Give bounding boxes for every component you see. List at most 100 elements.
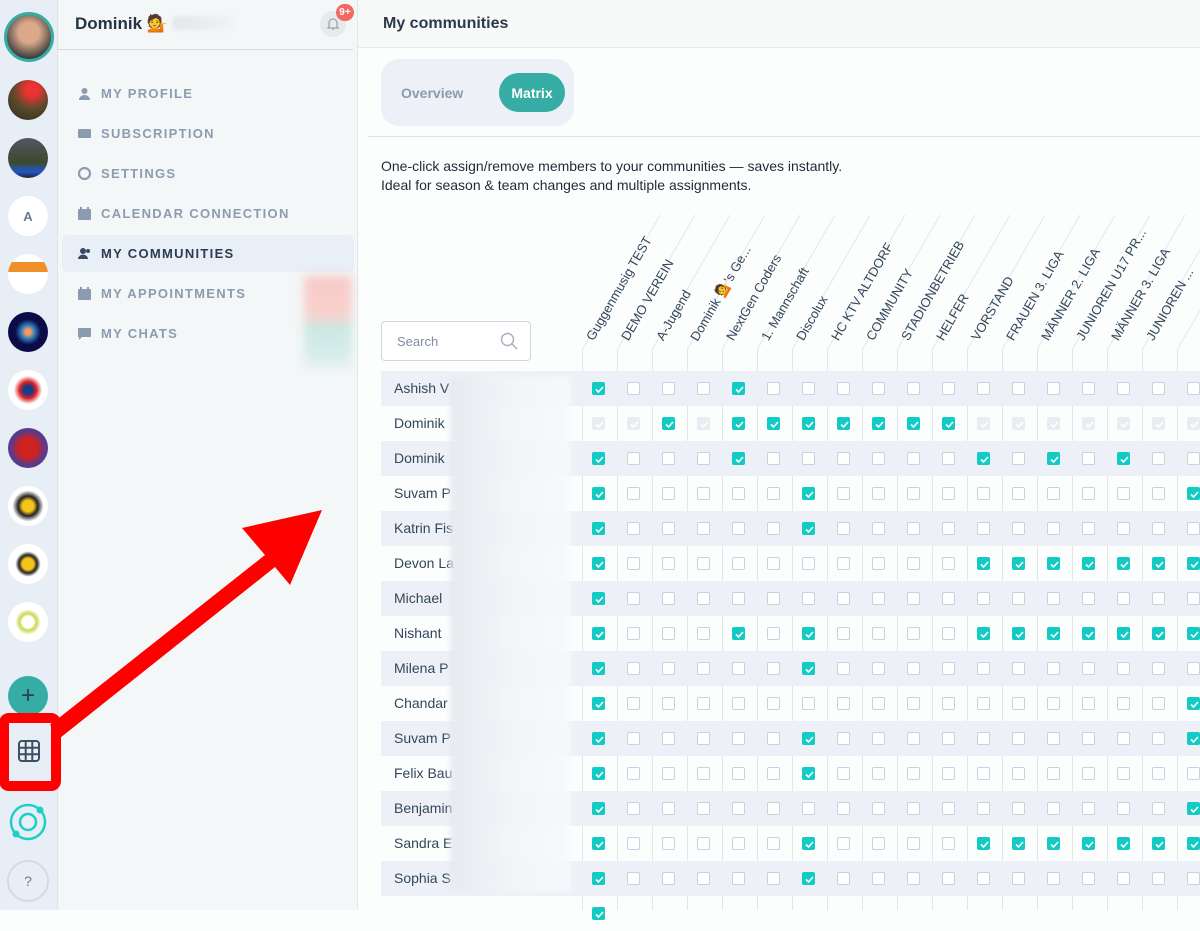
community-avatar[interactable] — [8, 254, 48, 294]
membership-checkbox[interactable] — [1152, 697, 1165, 710]
membership-checkbox[interactable] — [592, 837, 605, 850]
membership-checkbox[interactable] — [1152, 872, 1165, 885]
membership-checkbox[interactable] — [1187, 767, 1200, 780]
membership-checkbox[interactable] — [1152, 802, 1165, 815]
membership-checkbox[interactable] — [977, 697, 990, 710]
membership-checkbox[interactable] — [977, 487, 990, 500]
membership-checkbox[interactable] — [802, 382, 815, 395]
membership-checkbox[interactable] — [977, 662, 990, 675]
membership-checkbox[interactable] — [907, 732, 920, 745]
membership-checkbox[interactable] — [1117, 837, 1130, 850]
membership-checkbox[interactable] — [732, 452, 745, 465]
membership-checkbox[interactable] — [592, 662, 605, 675]
membership-checkbox[interactable] — [732, 627, 745, 640]
membership-checkbox[interactable] — [802, 802, 815, 815]
membership-checkbox[interactable] — [697, 452, 710, 465]
membership-checkbox[interactable] — [627, 767, 640, 780]
membership-checkbox[interactable] — [767, 452, 780, 465]
membership-checkbox[interactable] — [697, 592, 710, 605]
membership-checkbox[interactable] — [662, 662, 675, 675]
membership-checkbox[interactable] — [802, 417, 815, 430]
community-avatar[interactable] — [8, 428, 48, 468]
membership-checkbox[interactable] — [872, 767, 885, 780]
membership-checkbox[interactable] — [767, 767, 780, 780]
membership-checkbox[interactable] — [732, 557, 745, 570]
membership-checkbox[interactable] — [872, 837, 885, 850]
membership-checkbox[interactable] — [697, 837, 710, 850]
nav-item-settings[interactable]: SETTINGS — [62, 155, 354, 192]
membership-checkbox[interactable] — [767, 697, 780, 710]
membership-checkbox[interactable] — [802, 767, 815, 780]
membership-checkbox[interactable] — [872, 697, 885, 710]
membership-checkbox[interactable] — [872, 382, 885, 395]
membership-checkbox[interactable] — [1152, 662, 1165, 675]
membership-checkbox[interactable] — [837, 627, 850, 640]
membership-checkbox[interactable] — [662, 557, 675, 570]
membership-checkbox[interactable] — [1082, 382, 1095, 395]
membership-checkbox[interactable] — [802, 697, 815, 710]
membership-checkbox[interactable] — [592, 522, 605, 535]
membership-checkbox[interactable] — [1012, 732, 1025, 745]
membership-checkbox[interactable] — [732, 417, 745, 430]
membership-checkbox[interactable] — [1082, 872, 1095, 885]
orbit-icon[interactable] — [8, 802, 48, 847]
membership-checkbox[interactable] — [907, 872, 920, 885]
membership-checkbox[interactable] — [627, 522, 640, 535]
membership-checkbox[interactable] — [942, 382, 955, 395]
membership-checkbox[interactable] — [1047, 767, 1060, 780]
membership-checkbox[interactable] — [697, 627, 710, 640]
membership-checkbox[interactable] — [1117, 487, 1130, 500]
membership-checkbox[interactable] — [1082, 557, 1095, 570]
help-button[interactable]: ? — [7, 860, 49, 902]
community-avatar[interactable] — [8, 544, 48, 584]
membership-checkbox[interactable] — [837, 382, 850, 395]
membership-checkbox[interactable] — [1187, 627, 1200, 640]
membership-checkbox[interactable] — [837, 767, 850, 780]
membership-checkbox[interactable] — [732, 592, 745, 605]
membership-checkbox[interactable] — [802, 837, 815, 850]
membership-checkbox[interactable] — [977, 592, 990, 605]
membership-checkbox[interactable] — [802, 452, 815, 465]
membership-checkbox[interactable] — [942, 662, 955, 675]
membership-checkbox[interactable] — [627, 452, 640, 465]
membership-checkbox[interactable] — [592, 732, 605, 745]
membership-checkbox[interactable] — [1117, 662, 1130, 675]
membership-checkbox[interactable] — [1012, 487, 1025, 500]
membership-checkbox[interactable] — [1082, 697, 1095, 710]
membership-checkbox[interactable] — [662, 417, 675, 430]
membership-checkbox[interactable] — [942, 592, 955, 605]
membership-checkbox[interactable] — [1047, 697, 1060, 710]
membership-checkbox[interactable] — [732, 872, 745, 885]
membership-checkbox[interactable] — [662, 592, 675, 605]
membership-checkbox[interactable] — [872, 522, 885, 535]
nav-item-subscription[interactable]: SUBSCRIPTION — [62, 115, 354, 152]
membership-checkbox[interactable] — [627, 662, 640, 675]
membership-checkbox[interactable] — [872, 802, 885, 815]
membership-checkbox[interactable] — [1047, 662, 1060, 675]
membership-checkbox[interactable] — [802, 662, 815, 675]
membership-checkbox[interactable] — [1187, 382, 1200, 395]
membership-checkbox[interactable] — [627, 382, 640, 395]
membership-checkbox[interactable] — [662, 522, 675, 535]
membership-checkbox[interactable] — [1152, 522, 1165, 535]
member-search-input[interactable]: Search — [381, 321, 531, 361]
membership-checkbox[interactable] — [942, 802, 955, 815]
membership-checkbox[interactable] — [767, 627, 780, 640]
user-avatar[interactable] — [4, 12, 54, 62]
membership-checkbox[interactable] — [1082, 837, 1095, 850]
membership-checkbox[interactable] — [1012, 592, 1025, 605]
membership-checkbox[interactable] — [977, 837, 990, 850]
membership-checkbox[interactable] — [1187, 802, 1200, 815]
membership-checkbox[interactable] — [802, 522, 815, 535]
membership-checkbox[interactable] — [662, 767, 675, 780]
membership-checkbox[interactable] — [837, 522, 850, 535]
membership-checkbox[interactable] — [1082, 662, 1095, 675]
membership-checkbox[interactable] — [1152, 732, 1165, 745]
membership-checkbox[interactable] — [767, 417, 780, 430]
membership-checkbox[interactable] — [1082, 767, 1095, 780]
membership-checkbox[interactable] — [627, 627, 640, 640]
membership-checkbox[interactable] — [732, 837, 745, 850]
membership-checkbox[interactable] — [732, 732, 745, 745]
tab-overview[interactable]: Overview — [401, 85, 463, 101]
membership-checkbox[interactable] — [697, 487, 710, 500]
